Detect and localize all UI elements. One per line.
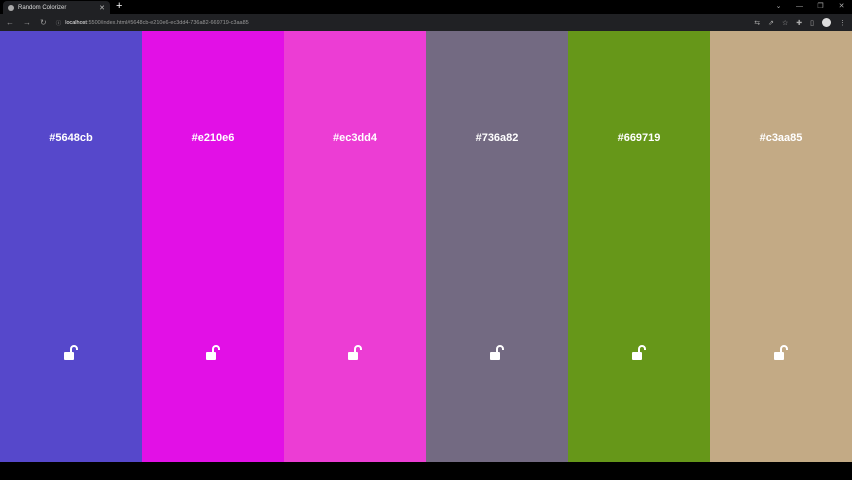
extensions-icon[interactable]: ✚ <box>796 19 802 27</box>
lock-button[interactable] <box>63 345 79 361</box>
hex-code[interactable]: #e210e6 <box>142 132 284 144</box>
minimize-button[interactable]: — <box>789 0 810 14</box>
side-panel-icon[interactable]: ▯ <box>810 19 814 27</box>
unlocked-lock-icon <box>64 345 78 360</box>
color-panel: #e210e6 <box>142 31 284 462</box>
unlocked-lock-icon <box>632 345 646 360</box>
back-icon[interactable]: ← <box>6 18 14 27</box>
lock-button[interactable] <box>489 345 505 361</box>
lock-button[interactable] <box>631 345 647 361</box>
restore-button[interactable]: ❐ <box>810 0 831 14</box>
menu-icon[interactable]: ⋮ <box>839 19 846 27</box>
share-icon[interactable]: ⇗ <box>768 19 774 27</box>
reload-icon[interactable]: ↻ <box>40 18 47 27</box>
color-panel: #ec3dd4 <box>284 31 426 462</box>
url-host: localhost <box>65 19 87 26</box>
browser-tab[interactable]: Random Colorizer ✕ <box>3 1 110 14</box>
unlocked-lock-icon <box>774 345 788 360</box>
unlocked-lock-icon <box>206 345 220 360</box>
color-panel: #c3aa85 <box>710 31 852 462</box>
profile-avatar[interactable] <box>822 18 831 27</box>
lock-button[interactable] <box>347 345 363 361</box>
hex-code[interactable]: #5648cb <box>0 132 142 144</box>
new-tab-button[interactable]: + <box>116 0 122 12</box>
forward-icon[interactable]: → <box>23 18 31 27</box>
close-tab-icon[interactable]: ✕ <box>99 4 105 12</box>
tab-search-icon[interactable]: ⌄ <box>768 0 789 14</box>
bookmark-star-icon[interactable]: ☆ <box>782 19 788 27</box>
unlocked-lock-icon <box>348 345 362 360</box>
info-icon[interactable]: ⓘ <box>56 19 62 27</box>
hex-code[interactable]: #c3aa85 <box>710 132 852 144</box>
browser-toolbar: ← → ↻ ⓘ localhost:5500/index.html#5648cb… <box>0 14 852 31</box>
color-panel: #669719 <box>568 31 710 462</box>
hex-code[interactable]: #669719 <box>568 132 710 144</box>
color-palette: #5648cb #e210e6 #ec3dd4 #736a82 #669719 … <box>0 31 852 462</box>
close-window-button[interactable]: ✕ <box>831 0 852 14</box>
lock-button[interactable] <box>773 345 789 361</box>
favicon-icon <box>8 4 14 11</box>
lock-button[interactable] <box>205 345 221 361</box>
color-panel: #5648cb <box>0 31 142 462</box>
address-bar[interactable]: ⓘ localhost:5500/index.html#5648cb-e210e… <box>56 19 746 27</box>
color-panel: #736a82 <box>426 31 568 462</box>
translate-icon[interactable]: ⇆ <box>754 19 760 27</box>
tab-title: Random Colorizer <box>18 4 67 11</box>
unlocked-lock-icon <box>490 345 504 360</box>
hex-code[interactable]: #736a82 <box>426 132 568 144</box>
hex-code[interactable]: #ec3dd4 <box>284 132 426 144</box>
tab-strip: Random Colorizer ✕ + ⌄ — ❐ ✕ <box>0 0 852 14</box>
url-path: :5500/index.html#5648cb-e210e6-ec3dd4-73… <box>86 19 249 26</box>
